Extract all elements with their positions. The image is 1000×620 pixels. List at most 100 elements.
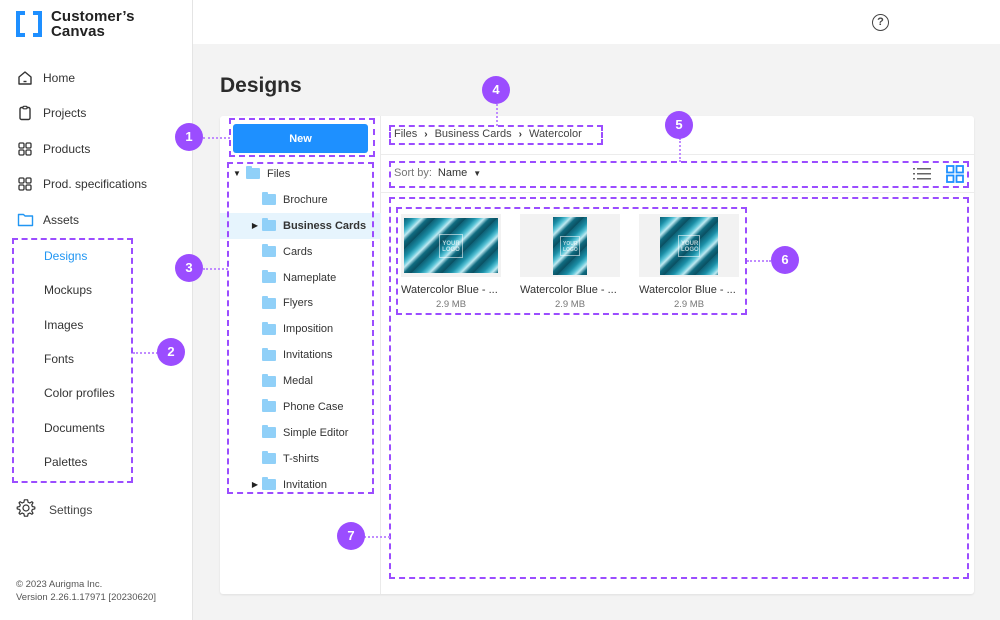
folder-icon [16, 211, 34, 229]
tree-item-business-cards[interactable]: ▶ Business Cards [220, 212, 381, 239]
tree-item-label: Invitations [283, 349, 333, 362]
footer: © 2023 Aurigma Inc. Version 2.26.1.17971… [16, 578, 156, 604]
sidebar-item-label: Prod. specifications [43, 177, 148, 192]
tree-item-label: Invitation [283, 478, 328, 491]
tree-item-label: Imposition [283, 323, 334, 336]
annotation-badge-3: 3 [175, 254, 203, 282]
tree-item-invitations[interactable]: Invitations [220, 342, 381, 368]
new-button[interactable]: New [233, 124, 368, 153]
sidebar-item-prod-specifications[interactable]: Prod. specifications [0, 167, 193, 203]
grid-icon [16, 175, 34, 193]
file-name: Watercolor Blue - ... [401, 284, 498, 296]
tree-item-brochure[interactable]: Brochure [220, 187, 381, 213]
folder-icon [262, 295, 276, 309]
tree-item-cards[interactable]: Cards [220, 239, 381, 265]
tree-item-simple-editor[interactable]: Simple Editor [220, 420, 381, 446]
logo-line2: Canvas [51, 23, 105, 40]
sidebar-item-home[interactable]: Home [0, 60, 193, 96]
tree-item-label: Business Cards [283, 219, 367, 232]
file-card[interactable]: YOUR LOGO Watercolor Blue - ... 2.9 MB [520, 214, 620, 310]
tree-item-label: Cards [283, 245, 313, 258]
file-thumbnail: YOUR LOGO [520, 214, 620, 277]
annotation-leader [364, 536, 390, 538]
logo-placeholder: YOUR LOGO [560, 235, 580, 256]
folder-icon [262, 218, 276, 232]
tree-item-imposition[interactable]: Imposition [220, 316, 381, 342]
annotation-badge-6: 6 [771, 246, 799, 274]
logo-line1: Customer’s [51, 8, 135, 25]
sort-label: Sort by: [394, 167, 432, 179]
sidebar-subitem-palettes[interactable]: Palettes [0, 445, 193, 479]
logo[interactable]: Customer’s Canvas [16, 9, 135, 39]
chevron-right-icon: › [424, 128, 428, 140]
sort-dropdown[interactable]: Name [438, 167, 467, 179]
grid-view-icon[interactable] [946, 165, 964, 183]
gear-icon [16, 498, 36, 521]
logo-placeholder: YOUR LOGO [678, 234, 700, 257]
main-nav: Home Projects Products Prod. specificati… [0, 60, 193, 238]
file-size: 2.9 MB [554, 299, 586, 310]
folder-icon [262, 321, 276, 335]
sidebar-item-projects[interactable]: Projects [0, 96, 193, 132]
tree-item-label: Simple Editor [283, 426, 349, 439]
breadcrumb-item[interactable]: Watercolor [529, 128, 582, 140]
file-card[interactable]: YOUR LOGO Watercolor Blue - ... 2.9 MB [639, 214, 739, 310]
tree-item-label: Brochure [283, 193, 328, 206]
tree-item-nameplate[interactable]: Nameplate [220, 265, 381, 291]
folder-icon [246, 166, 260, 180]
folder-icon [262, 399, 276, 413]
list-view-icon[interactable] [913, 167, 931, 181]
clipboard-icon [16, 104, 34, 122]
help-icon[interactable]: ? [872, 14, 889, 31]
caret-right-icon[interactable]: ▶ [250, 221, 260, 230]
caret-down-icon[interactable]: ▼ [232, 169, 242, 178]
tree-item-phone-case[interactable]: Phone Case [220, 394, 381, 420]
folder-icon [262, 451, 276, 465]
version: Version 2.26.1.17971 [20230620] [16, 592, 156, 603]
caret-down-icon[interactable]: ▼ [473, 169, 481, 178]
sidebar-subitem-documents[interactable]: Documents [0, 410, 193, 444]
watercolor-image: YOUR LOGO [660, 216, 718, 275]
file-size: 2.9 MB [435, 299, 467, 310]
tree-item-label: Medal [283, 375, 313, 388]
folder-icon [262, 192, 276, 206]
folder-tree: ▼ Files Brochure ▶ Business Cards Cards … [220, 161, 381, 498]
file-size: 2.9 MB [673, 299, 705, 310]
breadcrumb-item[interactable]: Business Cards [435, 128, 512, 140]
sidebar-subitem-images[interactable]: Images [0, 308, 193, 342]
file-manager-panel: New ▼ Files Brochure ▶ Business Cards Ca… [220, 116, 974, 594]
breadcrumb: Files › Business Cards › Watercolor [394, 128, 582, 140]
breadcrumb-item[interactable]: Files [394, 128, 417, 140]
settings-label: Settings [49, 502, 93, 517]
tree-root-files[interactable]: ▼ Files [220, 161, 381, 187]
annotation-leader [203, 268, 228, 270]
divider [381, 154, 974, 155]
file-thumbnail: YOUR LOGO [639, 214, 739, 277]
sidebar-item-products[interactable]: Products [0, 131, 193, 167]
watercolor-image: YOUR LOGO [553, 216, 587, 275]
annotation-leader [679, 138, 681, 162]
sidebar-subitem-designs[interactable]: Designs [0, 239, 193, 273]
file-card[interactable]: YOUR LOGO Watercolor Blue - ... 2.9 MB [401, 214, 501, 310]
tree-item-label: Files [267, 167, 291, 180]
caret-right-icon[interactable]: ▶ [250, 480, 260, 489]
folder-icon [262, 477, 276, 491]
file-name: Watercolor Blue - ... [639, 284, 736, 296]
annotation-leader [747, 260, 771, 262]
logo-brackets-icon [16, 11, 42, 37]
tree-item-invitation[interactable]: ▶ Invitation [220, 472, 381, 498]
sidebar-subitem-color-profiles[interactable]: Color profiles [0, 376, 193, 410]
annotation-badge-5: 5 [665, 111, 693, 139]
tree-item-t-shirts[interactable]: T-shirts [220, 446, 381, 472]
sidebar-item-assets[interactable]: Assets [0, 202, 193, 238]
logo-text: Customer’s Canvas [51, 9, 135, 39]
tree-item-flyers[interactable]: Flyers [220, 290, 381, 316]
annotation-badge-4: 4 [482, 76, 510, 104]
sidebar-item-settings[interactable]: Settings [16, 498, 92, 521]
grid-icon [16, 140, 34, 158]
tree-item-medal[interactable]: Medal [220, 368, 381, 394]
annotation-badge-2: 2 [157, 338, 185, 366]
tree-item-label: Phone Case [283, 400, 344, 413]
sidebar-item-label: Products [43, 141, 91, 156]
sidebar-subitem-mockups[interactable]: Mockups [0, 273, 193, 307]
